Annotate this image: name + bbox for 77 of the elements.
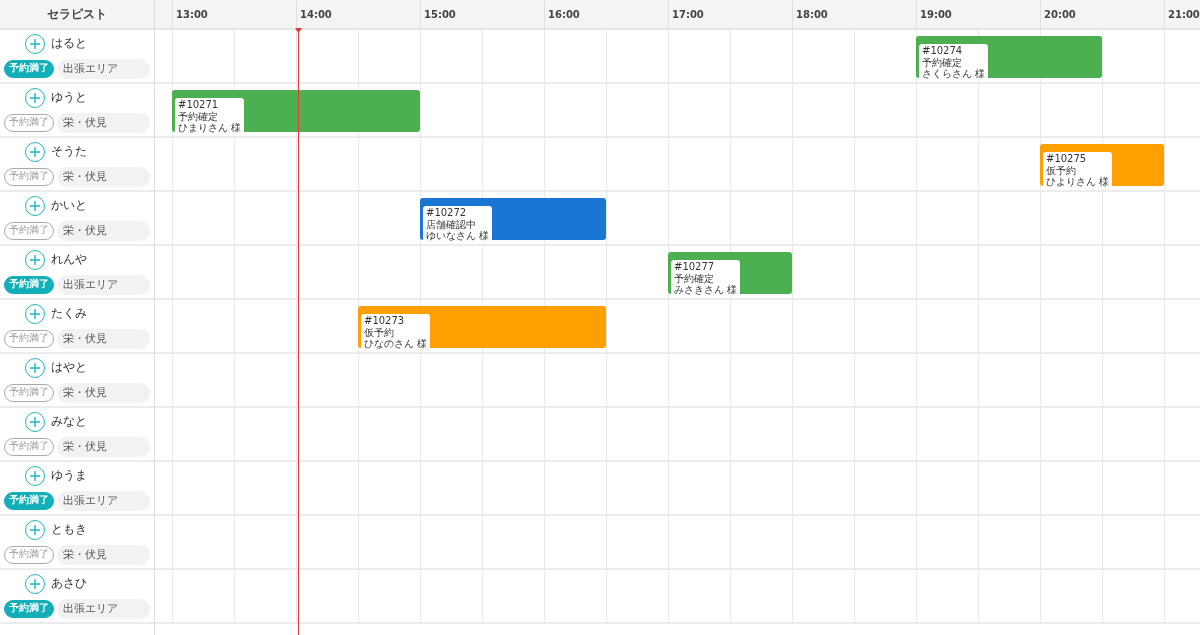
add-icon[interactable]: [25, 195, 45, 216]
booking-block[interactable]: #10274 予約確定 さくらさん 様: [916, 36, 1102, 78]
therapist-name: ともき: [51, 521, 87, 538]
hour-label: 13:00: [172, 0, 208, 28]
booking-status: 店舗確認中: [426, 218, 477, 230]
customer-name: ゆいなさん 様: [426, 230, 490, 242]
therapist-name: はると: [51, 35, 87, 52]
booking-id: #10277: [674, 261, 716, 273]
hour-label: 20:00: [1040, 0, 1076, 28]
customer-name: みさきさん 様: [674, 284, 738, 296]
therapist-name: あさひ: [51, 575, 87, 592]
booking-id: #10272: [426, 207, 468, 219]
area-tag: 出張エリア: [57, 274, 150, 295]
add-icon[interactable]: [25, 411, 45, 432]
booking-block[interactable]: #10277 予約確定 みさきさん 様: [668, 252, 792, 294]
add-icon[interactable]: [25, 573, 45, 594]
booking-block[interactable]: #10271 予約確定 ひまりさん 様: [172, 90, 420, 132]
booking-status: 予約確定: [674, 272, 715, 284]
area-tag: 栄・伏見: [57, 544, 150, 565]
booking-status: 予約確定: [922, 56, 963, 68]
therapist-name: みなと: [51, 413, 87, 430]
area-tag: 出張エリア: [57, 58, 150, 79]
add-icon[interactable]: [25, 249, 45, 270]
add-icon[interactable]: [25, 357, 45, 378]
therapist-name: かいと: [51, 197, 87, 214]
area-tag: 栄・伏見: [57, 328, 150, 349]
hour-label: 18:00: [792, 0, 828, 28]
hour-label: 15:00: [420, 0, 456, 28]
customer-name: ひまりさん 様: [178, 122, 242, 134]
area-tag: 栄・伏見: [57, 382, 150, 403]
area-tag: 栄・伏見: [57, 436, 150, 457]
therapist-name: ゆうま: [51, 467, 87, 484]
fully-booked-badge[interactable]: 予約満了: [4, 275, 54, 294]
booking-status: 予約確定: [178, 110, 219, 122]
column-header: セラピスト: [47, 5, 107, 23]
add-icon[interactable]: [25, 33, 45, 54]
fully-booked-badge[interactable]: 予約満了: [4, 221, 54, 240]
booking-status: 仮予約: [1046, 164, 1077, 176]
fully-booked-badge[interactable]: 予約満了: [4, 491, 54, 510]
area-tag: 出張エリア: [57, 598, 150, 619]
booking-block[interactable]: #10273 仮予約 ひなのさん 様: [358, 306, 606, 348]
therapist-name: れんや: [51, 251, 87, 268]
booking-id: #10275: [1046, 153, 1088, 165]
fully-booked-badge[interactable]: 予約満了: [4, 383, 54, 402]
fully-booked-badge[interactable]: 予約満了: [4, 59, 54, 78]
hour-label: 21:00: [1164, 0, 1200, 28]
add-icon[interactable]: [25, 465, 45, 486]
booking-id: #10271: [178, 99, 220, 111]
therapist-name: そうた: [51, 143, 87, 160]
therapist-name: ゆうと: [51, 89, 87, 106]
hour-label: 17:00: [668, 0, 704, 28]
fully-booked-badge[interactable]: 予約満了: [4, 329, 54, 348]
fully-booked-badge[interactable]: 予約満了: [4, 167, 54, 186]
booking-block[interactable]: #10272 店舗確認中 ゆいなさん 様: [420, 198, 606, 240]
area-tag: 栄・伏見: [57, 112, 150, 133]
area-tag: 出張エリア: [57, 490, 150, 511]
therapist-name: はやと: [51, 359, 87, 376]
hour-label: 19:00: [916, 0, 952, 28]
add-icon[interactable]: [25, 141, 45, 162]
fully-booked-badge[interactable]: 予約満了: [4, 599, 54, 618]
customer-name: ひなのさん 様: [364, 338, 428, 350]
add-icon[interactable]: [25, 303, 45, 324]
add-icon[interactable]: [25, 519, 45, 540]
booking-id: #10273: [364, 315, 406, 327]
booking-status: 仮予約: [364, 326, 395, 338]
fully-booked-badge[interactable]: 予約満了: [4, 113, 54, 132]
fully-booked-badge[interactable]: 予約満了: [4, 545, 54, 564]
hour-label: 16:00: [544, 0, 580, 28]
customer-name: ひよりさん 様: [1046, 176, 1110, 188]
booking-id: #10274: [922, 45, 964, 57]
therapist-name: たくみ: [51, 305, 87, 322]
add-icon[interactable]: [25, 87, 45, 108]
fully-booked-badge[interactable]: 予約満了: [4, 437, 54, 456]
customer-name: さくらさん 様: [922, 68, 986, 80]
booking-block[interactable]: #10275 仮予約 ひよりさん 様: [1040, 144, 1164, 186]
area-tag: 栄・伏見: [57, 166, 150, 187]
area-tag: 栄・伏見: [57, 220, 150, 241]
